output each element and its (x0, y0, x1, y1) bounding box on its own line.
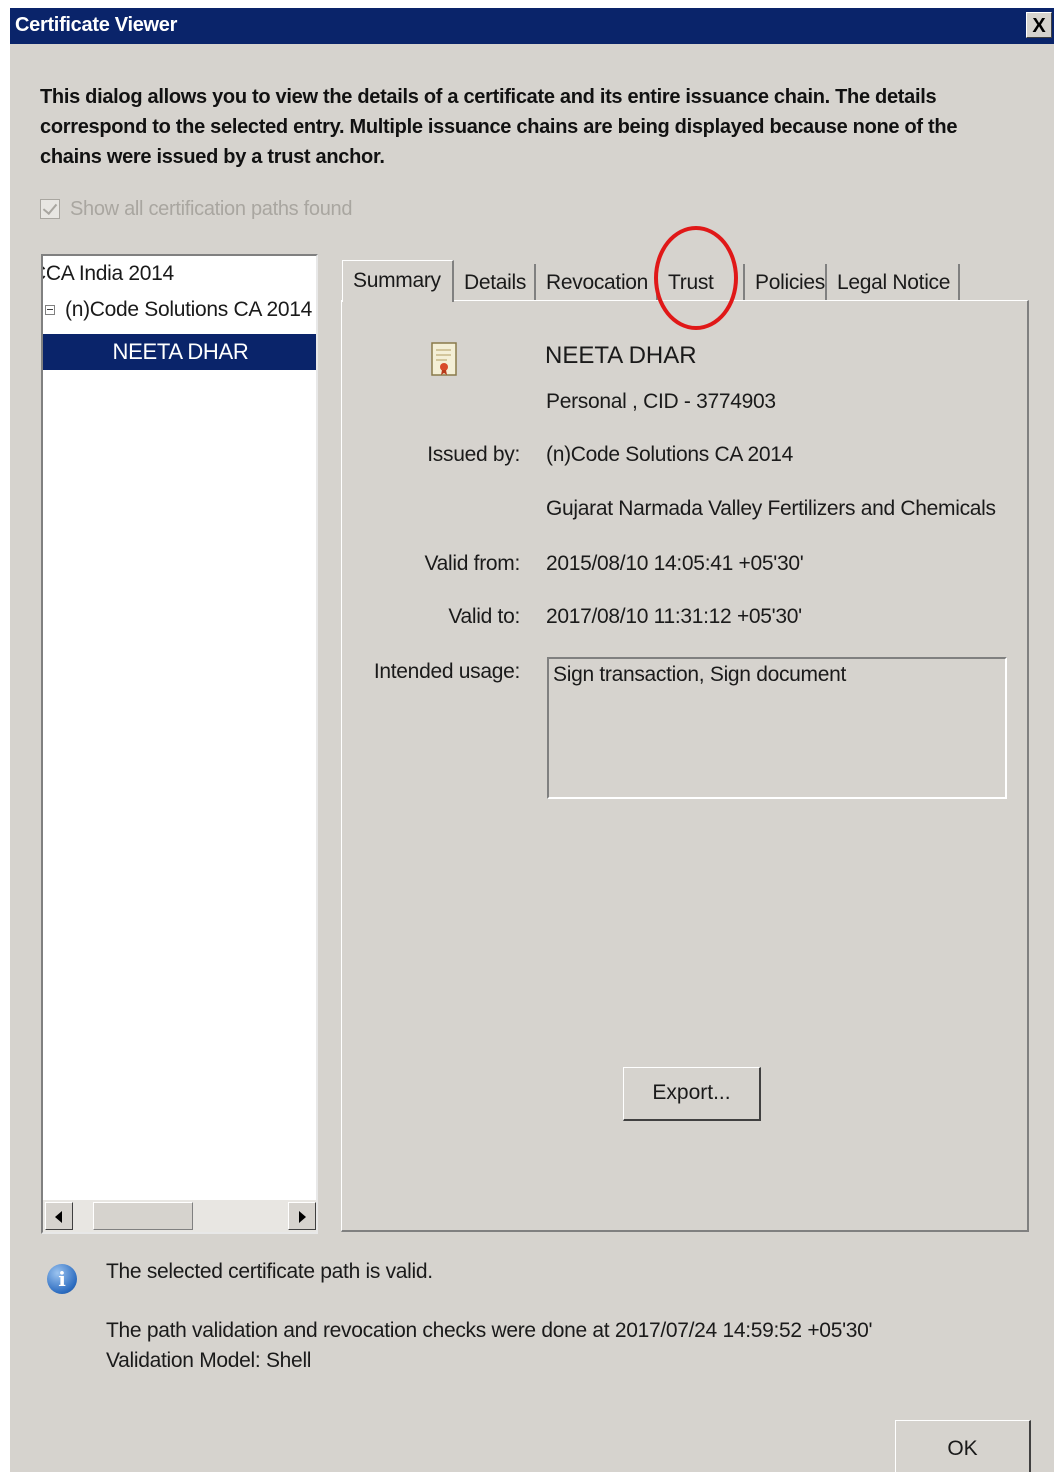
certificate-icon (431, 342, 457, 376)
show-all-paths-checkbox[interactable]: Show all certification paths found (40, 196, 353, 222)
certificate-viewer-dialog: Certificate Viewer X This dialog allows … (10, 8, 1054, 1472)
ok-button[interactable]: OK (895, 1420, 1031, 1472)
subject-detail: Personal , CID - 3774903 (546, 390, 776, 413)
horizontal-scrollbar[interactable] (43, 1200, 316, 1232)
tree-item-label: CCA India 2014 (41, 262, 174, 285)
issued-by-label: Issued by: (427, 443, 520, 466)
valid-from-value: 2015/08/10 14:05:41 +05'30' (546, 552, 804, 575)
certificate-tree[interactable]: CCA India 2014 (n)Code Solutions CA 2014… (41, 254, 318, 1234)
intended-usage-box[interactable]: Sign transaction, Sign document (547, 657, 1007, 799)
info-icon: i (47, 1264, 77, 1294)
valid-to-label: Valid to: (448, 605, 520, 628)
tree-item-label: NEETA DHAR (112, 339, 249, 364)
tab-summary[interactable]: Summary (342, 260, 454, 302)
show-all-paths-label: Show all certification paths found (70, 197, 353, 220)
valid-from-label: Valid from: (424, 552, 520, 575)
subject-name: NEETA DHAR (545, 342, 697, 369)
tree-item-root[interactable]: CCA India 2014 (43, 262, 174, 296)
intended-usage-label: Intended usage: (373, 660, 520, 683)
tree-item-selected[interactable]: NEETA DHAR (43, 334, 316, 370)
checkbox-icon[interactable] (40, 199, 60, 219)
issuer-organization: Gujarat Narmada Valley Fertilizers and C… (546, 497, 996, 520)
validation-model: Validation Model: Shell (106, 1349, 312, 1372)
valid-to-value: 2017/08/10 11:31:12 +05'30' (546, 605, 802, 628)
intro-text: This dialog allows you to view the detai… (40, 86, 958, 168)
tree-item-intermediate[interactable]: (n)Code Solutions CA 2014 (43, 298, 312, 332)
title-bar[interactable]: Certificate Viewer X (10, 8, 1054, 44)
tab-legal-notice[interactable]: Legal Notice (827, 264, 960, 300)
scroll-right-icon[interactable] (288, 1202, 316, 1230)
scroll-thumb[interactable] (93, 1202, 193, 1230)
path-valid-message: The selected certificate path is valid. (106, 1260, 433, 1283)
issued-by-value: (n)Code Solutions CA 2014 (546, 443, 793, 466)
collapse-icon[interactable] (45, 305, 55, 316)
scroll-left-icon[interactable] (45, 1202, 73, 1230)
window-title: Certificate Viewer (15, 14, 178, 36)
validation-check-time: The path validation and revocation check… (106, 1319, 873, 1342)
export-button[interactable]: Export... (623, 1067, 761, 1121)
tree-item-label: (n)Code Solutions CA 2014 (65, 298, 312, 321)
close-button[interactable]: X (1026, 12, 1052, 38)
trust-highlight-circle (654, 226, 738, 330)
tab-policies[interactable]: Policies (743, 264, 827, 300)
tab-details[interactable]: Details (454, 264, 536, 300)
tab-revocation[interactable]: Revocation (536, 264, 658, 300)
